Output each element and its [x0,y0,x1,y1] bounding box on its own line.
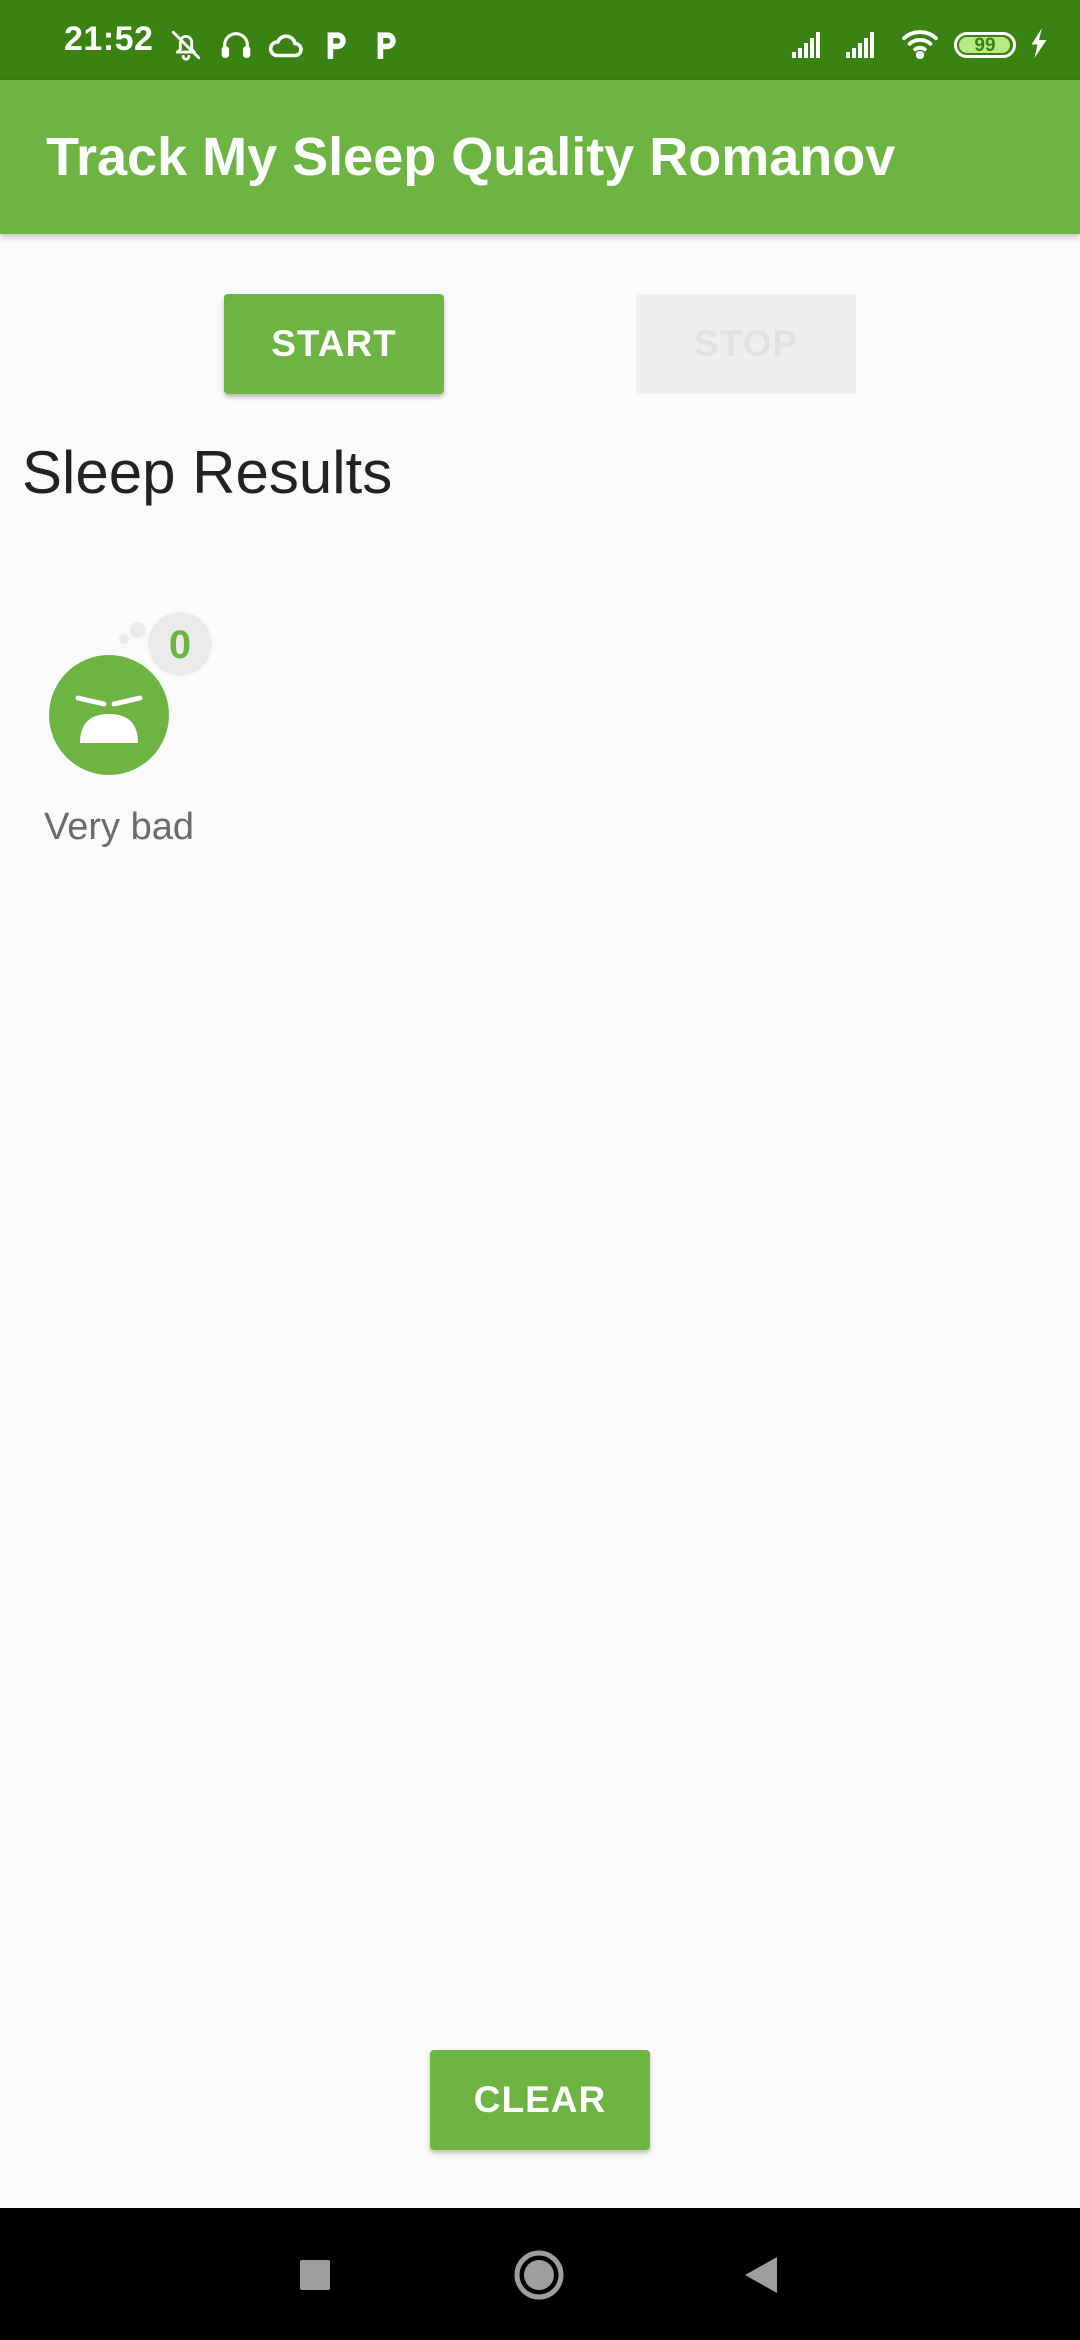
app-title: Track My Sleep Quality Romanov [46,127,896,187]
sleep-result-item[interactable]: 0 Very bad [28,610,248,860]
bell-off-icon [168,27,204,63]
thought-bubble-medium [130,622,146,638]
p-app-icon [368,27,404,63]
quality-score-badge: 0 [169,623,191,667]
clear-button[interactable]: CLEAR [430,2050,650,2150]
status-system-icons: 99 [792,26,1048,64]
thought-bubble-small [119,634,129,644]
sleep-quality-label: Very bad [44,806,194,848]
status-bar: 21:52 99 [0,0,1080,80]
start-button[interactable]: START [224,294,444,394]
home-icon[interactable] [502,2238,576,2312]
headphones-icon [218,27,254,63]
stop-button[interactable]: STOP [636,294,856,394]
wifi-icon [900,27,940,64]
signal-icon [792,28,832,63]
very-bad-sleep-face-icon: 0 [49,612,212,775]
back-icon[interactable] [724,2238,798,2312]
screen: 21:52 99 Track My Sleep Quality Romanov … [0,0,1080,2340]
recents-icon[interactable] [278,2238,352,2312]
cloud-icon [268,27,304,63]
app-bar: Track My Sleep Quality Romanov [0,80,1080,234]
battery-icon: 99 [954,32,1016,58]
status-notification-icons [168,26,404,64]
battery-level-text: 99 [974,34,996,56]
signal-icon [846,28,886,63]
charging-icon [1030,27,1048,63]
navigation-bar [0,2208,1080,2340]
status-time: 21:52 [64,20,154,58]
sleep-results-heading: Sleep Results [22,439,393,506]
p-app-icon [318,27,354,63]
